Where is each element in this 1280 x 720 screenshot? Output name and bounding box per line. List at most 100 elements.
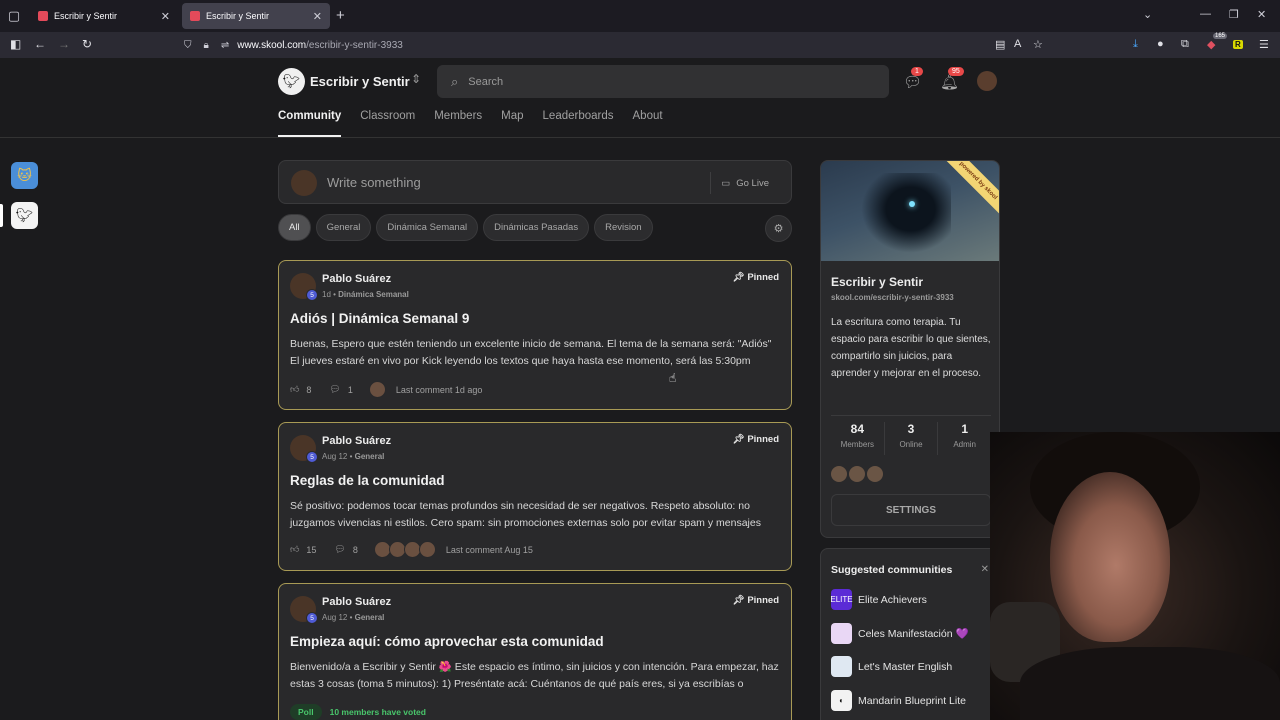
community-rail: 🐱︎ 🐦︎ bbox=[0, 58, 50, 720]
community-name[interactable]: Escribir y Sentir bbox=[310, 74, 410, 89]
filter-dinamica-semanal[interactable]: Dinámica Semanal bbox=[376, 214, 479, 241]
close-window-icon[interactable]: ✕ bbox=[1257, 8, 1266, 21]
tab-community[interactable]: Community bbox=[278, 110, 342, 137]
close-tab-icon[interactable]: ✕ bbox=[161, 10, 170, 23]
menu-icon[interactable]: ☰ bbox=[1259, 38, 1269, 51]
suggested-item[interactable]: Let's Master English bbox=[831, 656, 952, 677]
filter-revision[interactable]: Revision bbox=[594, 214, 653, 241]
close-tab-icon[interactable]: ✕ bbox=[313, 10, 322, 23]
pin-icon: 📌︎ bbox=[732, 272, 745, 283]
poll-badge[interactable]: Poll bbox=[290, 704, 322, 720]
webcam-shirt bbox=[1020, 647, 1280, 720]
community-switcher-cat-icon[interactable]: 🐱︎ bbox=[11, 162, 38, 189]
url-bar[interactable]: ⛉ 🔒︎ ⇌ www.skool.com/escribir-y-sentir-3… bbox=[176, 34, 1056, 56]
maximize-icon[interactable]: ❐ bbox=[1229, 8, 1239, 21]
post-author[interactable]: Pablo Suárez bbox=[322, 596, 391, 608]
tab-map[interactable]: Map bbox=[501, 110, 523, 134]
community-switcher-raven-icon[interactable]: 🐦︎ bbox=[11, 202, 38, 229]
suggested-item[interactable]: ◐ Mandarin Blueprint Lite bbox=[831, 690, 966, 711]
go-live-button[interactable]: ▭ Go Live bbox=[710, 172, 779, 194]
post-title[interactable]: Empieza aquí: cómo aprovechar esta comun… bbox=[290, 634, 604, 649]
browser-tab-active[interactable]: Escribir y Sentir ✕ bbox=[182, 3, 330, 29]
forward-icon[interactable]: → bbox=[58, 37, 70, 51]
community-stats: 84 Members 3 Online 1 Admin bbox=[831, 415, 991, 455]
post-card[interactable]: 5 Pablo Suárez Aug 12 • General 📌︎ Pinne… bbox=[278, 422, 792, 571]
search-bar[interactable]: ⌕ bbox=[437, 65, 889, 98]
bell-icon[interactable]: 🔔︎ 95 bbox=[940, 67, 964, 91]
shield-icon[interactable]: ⛉ bbox=[184, 40, 192, 51]
extensions-icon[interactable]: ⧉ bbox=[1181, 38, 1189, 51]
last-comment: Last comment Aug 15 bbox=[445, 544, 533, 555]
community-icon bbox=[831, 656, 852, 677]
switch-community-icon[interactable]: ⇕ bbox=[411, 72, 421, 86]
community-logo[interactable]: 🐦︎ bbox=[278, 68, 305, 95]
bookmark-star-icon[interactable]: ☆ bbox=[1033, 38, 1043, 51]
post-title[interactable]: Reglas de la comunidad bbox=[290, 473, 445, 488]
post-card[interactable]: 5 Pablo Suárez 1d • Dinámica Semanal 📌︎ … bbox=[278, 260, 792, 410]
comment-icon[interactable]: 💬︎ bbox=[334, 544, 345, 555]
filter-settings-icon[interactable]: ⚙ bbox=[765, 215, 792, 242]
suggested-communities: Suggested communities ✕ ELITE Elite Achi… bbox=[820, 548, 1000, 720]
tab-about[interactable]: About bbox=[633, 110, 663, 134]
pinned-label: 📌︎ Pinned bbox=[732, 272, 779, 283]
extension-r-icon[interactable]: R bbox=[1233, 38, 1243, 50]
suggested-item[interactable]: Celes Manifestación 💜 bbox=[831, 623, 969, 644]
extension-icon[interactable]: ◆ 165 bbox=[1207, 33, 1228, 51]
composer-placeholder[interactable]: Write something bbox=[327, 175, 421, 190]
tab-members[interactable]: Members bbox=[434, 110, 482, 134]
pinned-label: 📌︎ Pinned bbox=[732, 595, 779, 606]
member-avatars[interactable] bbox=[831, 466, 885, 482]
minimize-icon[interactable]: — bbox=[1200, 8, 1211, 20]
search-input[interactable] bbox=[468, 75, 849, 88]
video-camera-icon: ▭ bbox=[721, 177, 731, 189]
like-icon[interactable]: 👍︎ bbox=[290, 384, 299, 395]
tab-classroom[interactable]: Classroom bbox=[360, 110, 415, 134]
like-icon[interactable]: 👍︎ bbox=[290, 544, 299, 555]
filter-dinamicas-pasadas[interactable]: Dinámicas Pasadas bbox=[483, 214, 590, 241]
community-icon bbox=[831, 623, 852, 644]
tab-leaderboards[interactable]: Leaderboards bbox=[543, 110, 614, 134]
filter-all[interactable]: All bbox=[278, 214, 311, 241]
stat-admin[interactable]: 1 Admin bbox=[938, 422, 991, 455]
reload-icon[interactable]: ↻ bbox=[82, 37, 92, 51]
post-footer: 👍︎ 15 💬︎ 8 Last comment Aug 15 bbox=[290, 541, 533, 558]
tab-overflow-icon[interactable]: ⌄ bbox=[1143, 8, 1152, 21]
post-author[interactable]: Pablo Suárez bbox=[322, 435, 391, 447]
site-info-icon[interactable]: ⇌ bbox=[221, 40, 229, 51]
skool-favicon-icon bbox=[38, 11, 48, 21]
browser-tab[interactable]: Escribir y Sentir ✕ bbox=[30, 3, 178, 29]
post-body: Buenas, Espero que estén teniendo un exc… bbox=[290, 338, 772, 367]
post-card[interactable]: 5 Pablo Suárez Aug 12 • General 📌︎ Pinne… bbox=[278, 583, 792, 720]
stat-members[interactable]: 84 Members bbox=[831, 422, 885, 455]
new-tab-icon[interactable]: + bbox=[336, 7, 345, 24]
post-author[interactable]: Pablo Suárez bbox=[322, 273, 391, 285]
reader-view-icon[interactable]: ▤ bbox=[995, 38, 1005, 51]
user-avatar[interactable] bbox=[977, 71, 997, 91]
suggested-item[interactable]: ELITE Elite Achievers bbox=[830, 589, 927, 610]
post-composer[interactable]: Write something ▭ Go Live bbox=[278, 160, 792, 204]
settings-button[interactable]: SETTINGS bbox=[831, 494, 991, 526]
tab-list-icon[interactable]: ▢ bbox=[0, 0, 28, 32]
back-icon[interactable]: ← bbox=[34, 37, 46, 51]
webcam-face bbox=[1050, 472, 1170, 642]
community-icon: ◐ bbox=[831, 690, 852, 711]
chat-icon[interactable]: 💬︎ 1 bbox=[903, 67, 923, 91]
sidebar-toggle-icon[interactable]: ◧ bbox=[10, 37, 21, 51]
category-filters: All General Dinámica Semanal Dinámicas P… bbox=[278, 214, 653, 241]
chat-badge: 1 bbox=[911, 67, 923, 76]
commenter-avatars bbox=[368, 381, 386, 398]
close-icon[interactable]: ✕ bbox=[981, 564, 989, 575]
translate-icon[interactable]: A bbox=[1014, 38, 1021, 50]
comment-icon[interactable]: 💬︎ bbox=[329, 384, 340, 395]
stat-online[interactable]: 3 Online bbox=[885, 422, 939, 455]
comment-count: 1 bbox=[347, 384, 353, 395]
download-icon[interactable]: ⤓ bbox=[1133, 38, 1138, 51]
post-title[interactable]: Adiós | Dinámica Semanal 9 bbox=[290, 311, 469, 326]
divider bbox=[0, 137, 1280, 138]
raven-eye bbox=[909, 201, 915, 207]
pin-icon: 📌︎ bbox=[732, 595, 745, 606]
filter-general[interactable]: General bbox=[315, 214, 372, 241]
lock-icon[interactable]: 🔒︎ bbox=[204, 40, 209, 51]
url-text[interactable]: www.skool.com/escribir-y-sentir-3933 bbox=[237, 40, 403, 51]
account-icon[interactable]: ● bbox=[1157, 38, 1164, 50]
